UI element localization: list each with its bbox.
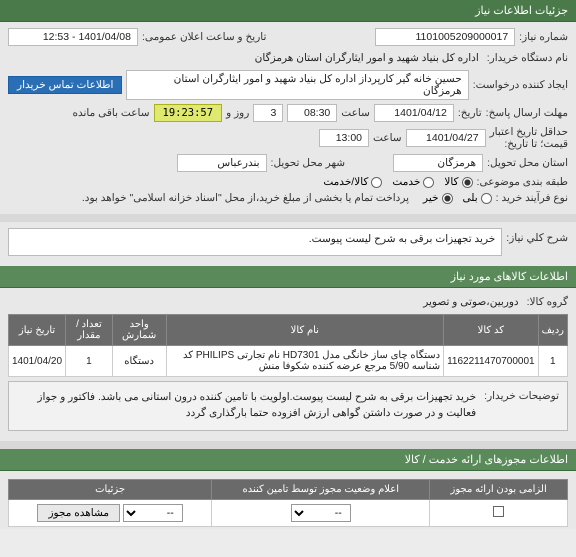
pcell-status: --	[212, 499, 430, 526]
validity-date: 1401/04/27	[406, 129, 486, 147]
pub-date-value: 1401/04/08 - 12:53	[8, 28, 138, 46]
pcell-mandatory	[430, 499, 568, 526]
province-value: هرمزگان	[393, 154, 483, 172]
remain-label: ساعت باقی مانده	[72, 107, 149, 119]
view-permit-button[interactable]: مشاهده مجوز	[37, 504, 120, 522]
details-select[interactable]: --	[123, 504, 183, 522]
radio-icon	[423, 177, 434, 188]
city-label: شهر محل تحویل:	[271, 157, 346, 169]
permits-panel: الزامی بودن ارائه مجوز اعلام وضعیت مجوز …	[0, 471, 576, 529]
group-label: گروه کالا:	[527, 296, 568, 308]
deadline-date: 1401/04/12	[374, 104, 454, 122]
buy-type-radio-group: بلی خیر	[423, 192, 492, 204]
cat-opt-khedmat[interactable]: خدمت	[392, 176, 434, 188]
cat-opt-kala[interactable]: کالا	[444, 176, 472, 188]
cell-unit: دستگاه	[112, 346, 166, 377]
deadline-until-label: تاریخ:	[458, 107, 482, 119]
buytype-yes[interactable]: بلی	[463, 192, 492, 204]
buy-type-note: پرداخت تمام یا بخشی از مبلغ خرید،از محل …	[82, 192, 409, 204]
requester-label: ایجاد کننده درخواست:	[473, 79, 568, 91]
province-label: استان محل تحویل:	[487, 157, 568, 169]
pcell-details: -- مشاهده مجوز	[9, 499, 212, 526]
days-label: روز و	[226, 107, 249, 119]
deadline-time-label: ساعت	[341, 107, 370, 119]
desc-panel: شرح کلي نياز: خرید تجهیزات برقی به شرح ل…	[0, 222, 576, 266]
table-row: -- -- مشاهده مجوز	[9, 499, 568, 526]
pub-date-label: تاریخ و ساعت اعلان عمومی:	[142, 31, 266, 43]
col-unit: واحد شمارش	[112, 315, 166, 346]
radio-icon	[371, 177, 382, 188]
cell-name: دستگاه چای ساز خانگی مدل HD7301 نام تجار…	[166, 346, 444, 377]
group-value: دوربین،صوتی و تصویر	[419, 294, 522, 310]
items-table: رديف کد کالا نام کالا واحد شمارش تعداد /…	[8, 314, 568, 377]
radio-icon	[481, 193, 492, 204]
info-panel: شماره نیاز: 1101005209000017 تاریخ و ساع…	[0, 22, 576, 214]
col-name: نام کالا	[166, 315, 444, 346]
cell-date: 1401/04/20	[9, 346, 66, 377]
buyer-notes-box: توضیحات خریدار: خرید تجهیزات برقی به شرح…	[8, 381, 568, 431]
buyer-value: اداره کل بنیاد شهید و امور ایثارگران است…	[251, 50, 483, 66]
items-header: اطلاعات کالاهای مورد نیاز	[0, 266, 576, 288]
buytype-no[interactable]: خیر	[423, 192, 452, 204]
cell-row: 1	[538, 346, 567, 377]
radio-icon	[442, 193, 453, 204]
notes-label: توضیحات خریدار:	[484, 388, 559, 402]
notes-text: خرید تجهیزات برقی به شرح لیست پیوست.اولو…	[17, 388, 480, 424]
col-code: کد کالا	[444, 315, 539, 346]
deadline-time: 08:30	[287, 104, 337, 122]
days-remaining: 3	[253, 104, 283, 122]
req-no-value: 1101005209000017	[375, 28, 515, 46]
items-panel: گروه کالا: دوربین،صوتی و تصویر رديف کد ک…	[0, 288, 576, 441]
cell-qty: 1	[66, 346, 113, 377]
buyer-label: نام دستگاه خریدار:	[487, 52, 568, 64]
category-radio-group: کالا خدمت کالا/خدمت	[323, 176, 472, 188]
cell-code: 1162211470700001	[444, 346, 539, 377]
req-no-label: شماره نیاز:	[519, 31, 568, 43]
panel-title: جزئیات اطلاعات نیاز	[475, 5, 568, 17]
checkbox-icon[interactable]	[493, 506, 504, 517]
deadline-label: مهلت ارسال پاسخ:	[486, 107, 568, 119]
desc-title-value: خرید تجهیزات برقی به شرح لیست پیوست.	[8, 228, 502, 256]
col-row: رديف	[538, 315, 567, 346]
radio-icon	[462, 177, 473, 188]
permits-header: اطلاعات مجوزهای ارائه خدمت / کالا	[0, 449, 576, 471]
pcol-status: اعلام وضعیت مجوز توسط تامین کننده	[212, 479, 430, 499]
cat-opt-both[interactable]: کالا/خدمت	[323, 176, 382, 188]
countdown-timer: 19:23:57	[154, 104, 223, 122]
status-select[interactable]: --	[291, 504, 351, 522]
category-label: طبقه بندی موضوعی:	[477, 176, 568, 188]
validity-time: 13:00	[319, 129, 369, 147]
requester-value: حسین خانه گیر کارپرداز اداره کل بنیاد شه…	[126, 70, 468, 100]
table-row: 1 1162211470700001 دستگاه چای ساز خانگی …	[9, 346, 568, 377]
city-value: بندرعباس	[177, 154, 267, 172]
contact-buyer-button[interactable]: اطلاعات تماس خریدار	[8, 76, 122, 94]
col-qty: تعداد / مقدار	[66, 315, 113, 346]
permits-table: الزامی بودن ارائه مجوز اعلام وضعیت مجوز …	[8, 479, 568, 527]
buy-type-label: نوع فرآیند خرید :	[496, 192, 568, 204]
desc-title-label: شرح کلي نياز:	[506, 228, 568, 244]
validity-label2: قیمت؛ تا تاریخ:	[490, 138, 568, 150]
pcol-mandatory: الزامی بودن ارائه مجوز	[430, 479, 568, 499]
pcol-details: جزئیات	[9, 479, 212, 499]
items-header-title: اطلاعات کالاهای مورد نیاز	[451, 271, 568, 283]
permits-header-title: اطلاعات مجوزهای ارائه خدمت / کالا	[405, 454, 568, 466]
validity-label: حداقل تاریخ اعتبار	[490, 126, 568, 138]
validity-time-label: ساعت	[373, 132, 402, 144]
col-date: تاریخ نیاز	[9, 315, 66, 346]
panel-header: جزئیات اطلاعات نیاز	[0, 0, 576, 22]
